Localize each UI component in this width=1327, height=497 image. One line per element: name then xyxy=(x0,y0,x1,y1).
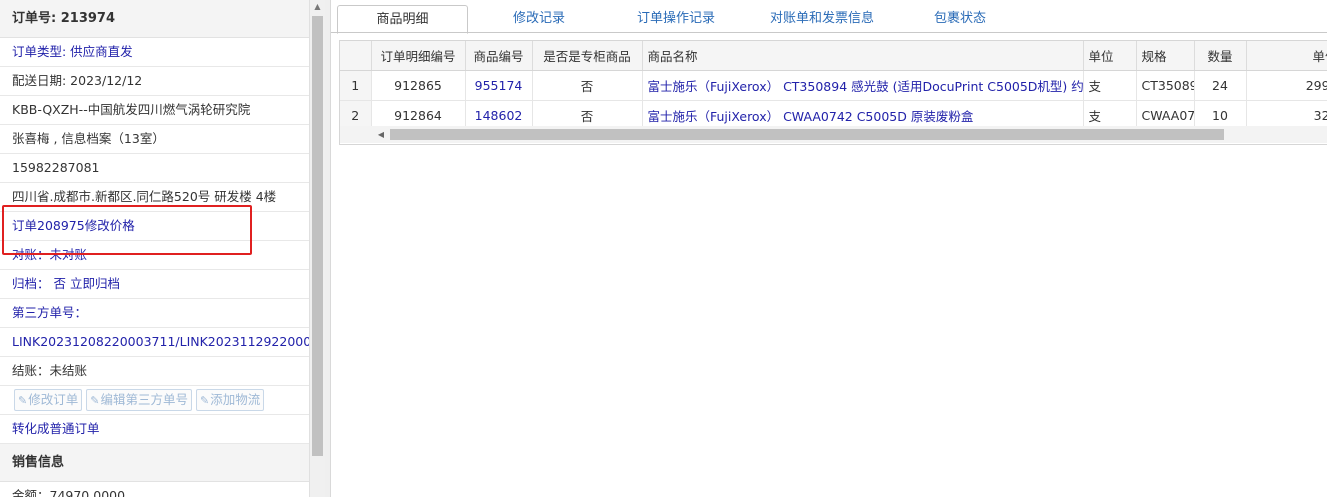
horizontal-scroll-thumb[interactable] xyxy=(390,129,1224,140)
tab-operation-log[interactable]: 订单操作记录 xyxy=(611,5,741,32)
tab-modification-log[interactable]: 修改记录 xyxy=(481,5,597,32)
col-quantity[interactable]: 数量 xyxy=(1194,41,1247,71)
amount: 金额：74970.0000 xyxy=(0,482,309,497)
tab-underline xyxy=(331,32,1327,33)
order-info-panel: 订单号: 213974 订单类型: 供应商直发 配送日期: 2023/12/12… xyxy=(0,0,310,497)
tab-invoice-info[interactable]: 对账单和发票信息 xyxy=(747,5,897,32)
edit-third-party-label: 编辑第三方单号 xyxy=(100,392,188,407)
customer-name: KBB-QXZH--中国航发四川燃气涡轮研究院 xyxy=(0,96,309,125)
detail-no-cell: 912865 xyxy=(371,70,466,101)
product-grid: 订单明细编号 商品编号 是否是专柜商品 商品名称 单位 规格 数量 单价 1 9… xyxy=(339,40,1327,145)
unit-price-cell: 2990 xyxy=(1246,70,1327,101)
order-number-header: 订单号: 213974 xyxy=(0,0,309,38)
tab-bar: 商品明细 修改记录 订单操作记录 对账单和发票信息 包裹状态 xyxy=(331,0,1327,34)
scroll-left-arrow-icon[interactable]: ◀ xyxy=(374,126,388,143)
highlight-box xyxy=(2,205,252,255)
edit-icon: ✎ xyxy=(199,394,210,407)
spec-cell: CT35089 xyxy=(1136,70,1195,101)
third-party-number[interactable]: LINK20231208220003711/LINK20231129220003… xyxy=(0,328,309,357)
scroll-up-arrow-icon[interactable]: ▲ xyxy=(310,0,325,14)
row-number: 1 xyxy=(340,70,372,101)
convert-order-link[interactable]: 转化成普通订单 xyxy=(0,415,309,444)
archive-label: 归档： xyxy=(12,276,50,291)
phone-number: 15982287081 xyxy=(0,154,309,183)
edit-order-button[interactable]: ✎修改订单 xyxy=(14,389,83,411)
col-rownum xyxy=(340,41,372,71)
archive-now-link[interactable]: 立即归档 xyxy=(70,276,120,291)
col-product-name[interactable]: 商品名称 xyxy=(642,41,1084,71)
horizontal-scrollbar[interactable]: ◀ xyxy=(340,126,1327,143)
product-no-link[interactable]: 955174 xyxy=(465,70,533,101)
add-logistics-label: 添加物流 xyxy=(210,392,261,407)
edit-icon: ✎ xyxy=(90,394,100,407)
tab-product-details[interactable]: 商品明细 xyxy=(337,5,468,34)
product-name-link[interactable]: 富士施乐（FujiXerox） CT350894 感光鼓 (适用DocuPrin… xyxy=(642,70,1084,101)
contact-person: 张喜梅 , 信息档案（13室） xyxy=(0,125,309,154)
third-party-label: 第三方单号： xyxy=(0,299,309,328)
unit-cell: 支 xyxy=(1083,70,1137,101)
edit-icon: ✎ xyxy=(18,394,28,407)
add-logistics-button[interactable]: ✎添加物流 xyxy=(195,389,265,411)
delivery-date: 配送日期: 2023/12/12 xyxy=(0,67,309,96)
order-type[interactable]: 订单类型: 供应商直发 xyxy=(0,38,309,67)
settlement-status: 结账：未结账 xyxy=(0,357,309,386)
left-scrollbar[interactable]: ▲ xyxy=(309,0,325,497)
col-unit-price[interactable]: 单价 xyxy=(1246,41,1327,71)
edit-third-party-button[interactable]: ✎编辑第三方单号 xyxy=(86,389,192,411)
scroll-thumb[interactable] xyxy=(312,16,323,456)
table-row[interactable]: 1 912865 955174 否 富士施乐（FujiXerox） CT3508… xyxy=(340,70,1327,101)
archive-value: 否 xyxy=(53,276,67,291)
archive-row: 归档： 否 立即归档 xyxy=(0,270,309,299)
quantity-cell: 24 xyxy=(1194,70,1247,101)
col-unit[interactable]: 单位 xyxy=(1083,41,1137,71)
counter-cell: 否 xyxy=(532,70,643,101)
col-counter[interactable]: 是否是专柜商品 xyxy=(532,41,643,71)
col-detail-no[interactable]: 订单明细编号 xyxy=(371,41,466,71)
tab-package-status[interactable]: 包裹状态 xyxy=(905,5,1015,32)
col-spec[interactable]: 规格 xyxy=(1136,41,1195,71)
detail-panel: 商品明细 修改记录 订单操作记录 对账单和发票信息 包裹状态 订单明细编号 商品… xyxy=(331,0,1327,497)
sales-info-header: 销售信息 xyxy=(0,444,309,482)
grid-header-row: 订单明细编号 商品编号 是否是专柜商品 商品名称 单位 规格 数量 单价 xyxy=(340,41,1327,71)
col-product-no[interactable]: 商品编号 xyxy=(465,41,533,71)
action-buttons: ✎修改订单 ✎编辑第三方单号 ✎添加物流 xyxy=(0,386,309,415)
edit-order-label: 修改订单 xyxy=(28,392,79,407)
